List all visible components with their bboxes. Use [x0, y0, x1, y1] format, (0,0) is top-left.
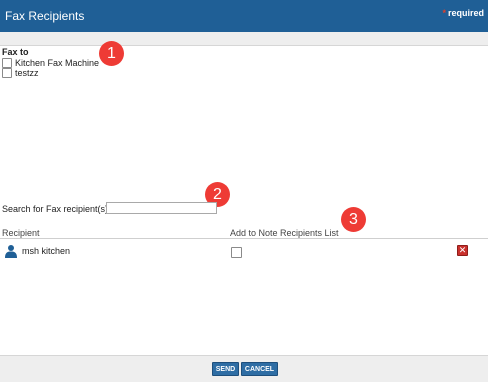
required-label: required: [447, 8, 484, 18]
remove-icon[interactable]: ✕: [457, 245, 468, 256]
column-header-add-to-note: Add to Note Recipients List: [230, 228, 339, 238]
dialog-subbar: [0, 32, 488, 46]
person-icon: [5, 245, 17, 258]
dialog-title: Fax Recipients: [5, 9, 85, 23]
search-input[interactable]: [106, 202, 217, 214]
search-label: Search for Fax recipient(s):: [2, 204, 111, 214]
dialog-titlebar: Fax Recipients * required: [0, 0, 488, 32]
callout-badge-3: 3: [341, 207, 366, 232]
add-to-note-checkbox[interactable]: [231, 247, 242, 258]
fax-option-checkbox[interactable]: [2, 68, 12, 78]
header-divider: [0, 238, 488, 239]
column-header-recipient: Recipient: [2, 228, 40, 238]
send-button[interactable]: SEND: [212, 362, 239, 376]
fax-option-label: testzz: [15, 68, 39, 78]
recipient-name: msh kitchen: [22, 246, 71, 256]
required-star: *: [442, 8, 446, 18]
cancel-button[interactable]: CANCEL: [241, 362, 278, 376]
fax-option-testzz[interactable]: testzz: [2, 67, 39, 79]
fax-to-label: Fax to: [2, 47, 29, 57]
callout-badge-1: 1: [99, 41, 124, 66]
required-indicator: * required: [442, 8, 484, 18]
